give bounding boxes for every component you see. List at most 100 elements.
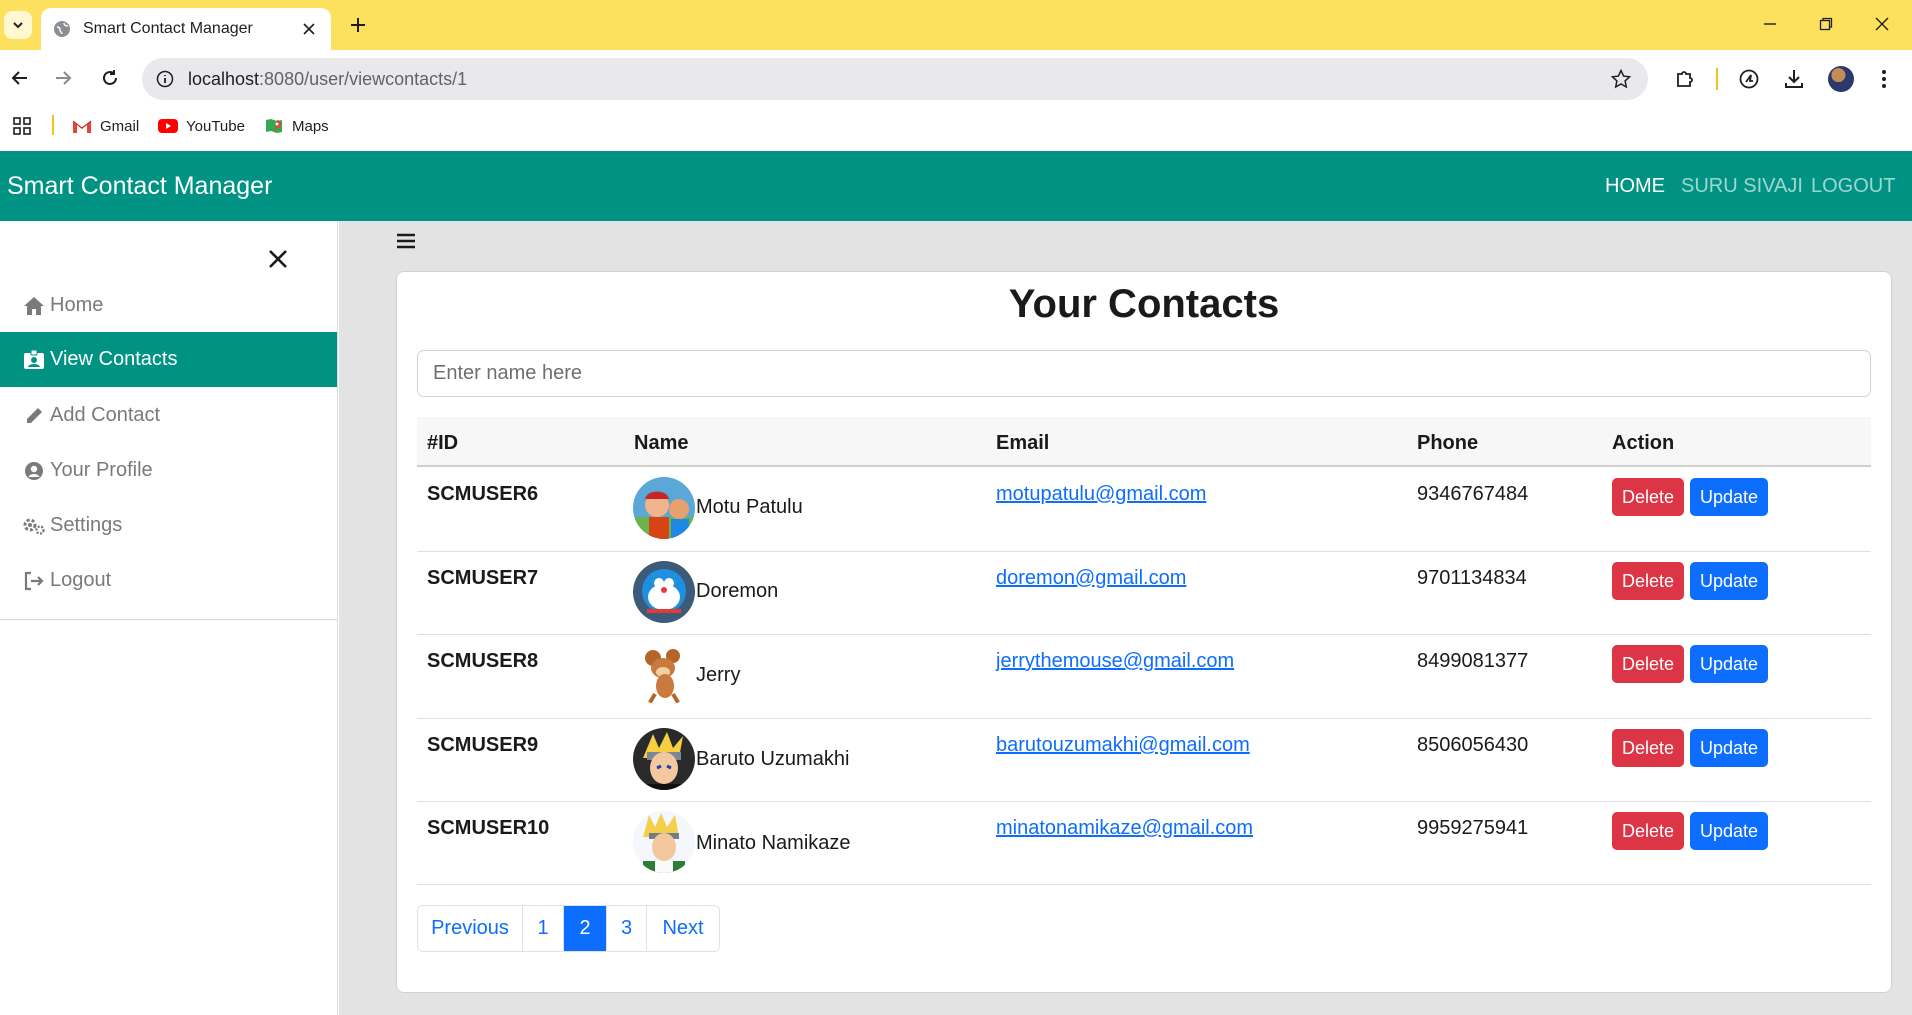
delete-button[interactable]: Delete xyxy=(1612,562,1684,600)
new-tab-button[interactable] xyxy=(344,11,372,39)
hamburger-icon xyxy=(397,233,415,249)
update-button[interactable]: Update xyxy=(1690,729,1768,767)
bookmark-label: Maps xyxy=(292,117,329,135)
restore-button[interactable] xyxy=(1806,10,1846,38)
contact-name: Doremon xyxy=(696,580,779,602)
contact-avatar[interactable] xyxy=(633,811,695,873)
pagination-page-1[interactable]: 1 xyxy=(523,906,564,951)
sidebar-toggle-button[interactable] xyxy=(395,230,417,252)
row-divider xyxy=(417,551,1871,552)
youtube-icon xyxy=(158,119,178,133)
pagination-page-3[interactable]: 3 xyxy=(607,906,647,951)
globe-icon xyxy=(54,21,70,37)
contact-name: Motu Patulu xyxy=(696,496,803,518)
contact-name: Baruto Uzumakhi xyxy=(696,748,850,770)
bookmark-gmail[interactable]: Gmail xyxy=(72,114,139,138)
download-icon xyxy=(1785,70,1803,88)
contact-avatar[interactable] xyxy=(633,561,695,623)
site-info-icon[interactable] xyxy=(152,66,178,92)
forward-button[interactable] xyxy=(50,65,76,91)
row-divider xyxy=(417,884,1871,885)
downloads-button[interactable] xyxy=(1779,64,1809,94)
url-text[interactable]: localhost:8080/user/viewcontacts/1 xyxy=(188,69,1606,90)
sidebar-item-add-contact[interactable]: Add Contact xyxy=(0,388,337,443)
delete-button[interactable]: Delete xyxy=(1612,645,1684,683)
contact-email-link[interactable]: doremon@gmail.com xyxy=(996,567,1186,590)
update-button[interactable]: Update xyxy=(1690,562,1768,600)
sidebar-item-label: Home xyxy=(50,294,104,316)
minimize-icon xyxy=(1764,23,1776,25)
profile-avatar xyxy=(1828,66,1854,92)
contact-email-link[interactable]: minatonamikaze@gmail.com xyxy=(996,817,1253,840)
performance-button[interactable] xyxy=(1734,64,1764,94)
tab-search-button[interactable] xyxy=(4,11,32,39)
contact-id: SCMUSER9 xyxy=(427,734,539,756)
pagination-next[interactable]: Next xyxy=(647,906,719,951)
address-bar[interactable]: localhost:8080/user/viewcontacts/1 xyxy=(142,58,1648,100)
pagination-previous[interactable]: Previous xyxy=(418,906,523,951)
contact-phone: 8506056430 xyxy=(1417,734,1529,756)
sidebar-item-settings[interactable]: Settings xyxy=(0,498,337,553)
delete-button[interactable]: Delete xyxy=(1612,812,1684,850)
contact-phone: 8499081377 xyxy=(1417,650,1529,672)
contact-avatar[interactable] xyxy=(633,477,695,539)
bookmark-youtube[interactable]: YouTube xyxy=(158,114,245,138)
sidebar-close-button[interactable] xyxy=(264,245,292,273)
reload-icon xyxy=(103,70,117,85)
extensions-button[interactable] xyxy=(1670,64,1700,94)
sidebar-item-label: Settings xyxy=(50,514,123,536)
apps-button[interactable] xyxy=(13,114,31,138)
sidebar-item-view-contacts[interactable]: View Contacts xyxy=(0,332,337,387)
bookmark-maps[interactable]: Maps xyxy=(264,114,329,138)
arrow-left-icon xyxy=(11,71,27,85)
puzzle-icon xyxy=(1677,71,1693,87)
profile-button[interactable] xyxy=(1826,64,1856,94)
close-icon xyxy=(269,250,287,268)
pencil-icon xyxy=(22,405,46,427)
sidebar-item-your-profile[interactable]: Your Profile xyxy=(0,443,337,498)
url-path: :8080/user/viewcontacts/1 xyxy=(259,68,468,89)
update-button[interactable]: Update xyxy=(1690,478,1768,516)
sidebar-item-logout[interactable]: Logout xyxy=(0,553,337,608)
contact-name: Jerry xyxy=(696,664,741,686)
nav-home-link[interactable]: HOME xyxy=(1605,175,1665,198)
delete-button[interactable]: Delete xyxy=(1612,729,1684,767)
close-tab-icon[interactable] xyxy=(299,19,319,39)
column-header-name: Name xyxy=(634,432,689,454)
plus-icon xyxy=(351,18,365,32)
search-input[interactable] xyxy=(417,350,1871,397)
contact-avatar[interactable] xyxy=(633,728,695,790)
sidebar-item-label: Add Contact xyxy=(50,404,161,426)
pagination-page-2[interactable]: 2 xyxy=(564,906,607,951)
browser-tab[interactable]: Smart Contact Manager xyxy=(41,8,331,50)
nav-user-link[interactable]: SURU SIVAJI xyxy=(1681,175,1803,198)
url-host: localhost xyxy=(188,68,260,89)
minimize-button[interactable] xyxy=(1750,10,1790,38)
contact-email-link[interactable]: barutouzumakhi@gmail.com xyxy=(996,734,1250,757)
nav-logout-link[interactable]: LOGOUT xyxy=(1811,175,1895,198)
row-divider xyxy=(417,718,1871,719)
gmail-icon xyxy=(72,120,92,133)
update-button[interactable]: Update xyxy=(1690,812,1768,850)
contact-email-link[interactable]: motupatulu@gmail.com xyxy=(996,483,1206,506)
reload-button[interactable] xyxy=(97,65,123,91)
pagination: Previous 1 2 3 Next xyxy=(417,905,720,952)
update-button[interactable]: Update xyxy=(1690,645,1768,683)
kebab-menu-icon xyxy=(1882,70,1886,88)
close-window-button[interactable] xyxy=(1862,10,1902,38)
contact-email-link[interactable]: jerrythemouse@gmail.com xyxy=(996,650,1234,673)
contact-avatar[interactable] xyxy=(633,644,695,706)
bookmark-label: Gmail xyxy=(100,117,140,135)
contact-name: Minato Namikaze xyxy=(696,832,851,854)
sidebar-item-home[interactable]: Home xyxy=(0,278,337,333)
contact-id: SCMUSER8 xyxy=(427,650,539,672)
back-button[interactable] xyxy=(7,65,33,91)
bookmark-star-icon[interactable] xyxy=(1606,64,1636,94)
delete-button[interactable]: Delete xyxy=(1612,478,1684,516)
arrow-right-icon xyxy=(56,71,72,85)
toolbar-separator xyxy=(1716,68,1718,90)
menu-button[interactable] xyxy=(1869,64,1899,94)
row-divider xyxy=(417,801,1871,802)
app-brand[interactable]: Smart Contact Manager xyxy=(7,172,272,201)
bookmark-label: YouTube xyxy=(186,117,245,135)
